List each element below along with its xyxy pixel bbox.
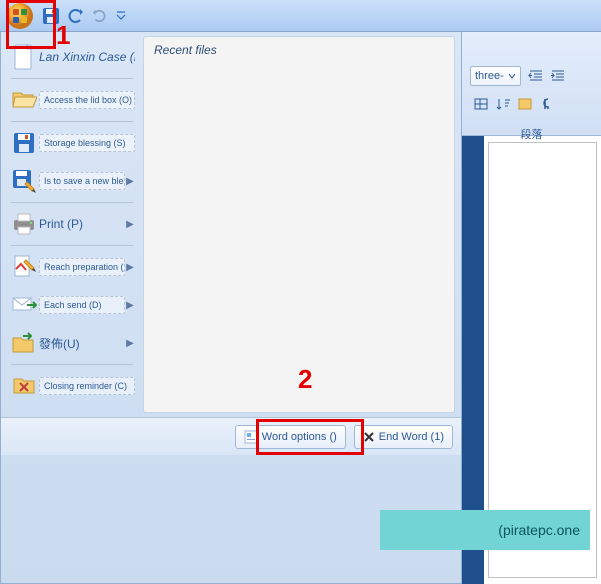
menu-item-label: Storage blessing (S) [39,134,135,152]
sort-button[interactable] [492,94,514,114]
show-marks-button[interactable] [536,94,558,114]
menu-item-label: Reach preparation (E) [39,258,125,276]
watermark-strip: (piratepc.one [380,510,590,550]
menu-separator [11,78,133,79]
app-body: Lan Xinxin Case (N) Access the lid box (… [0,32,601,584]
ribbon-paragraph-group: three- 段落 [462,32,601,136]
annotation-label-1: 1 [56,20,70,51]
saveas-disk-icon [9,166,39,196]
decrease-indent-button[interactable] [525,66,547,86]
increase-indent-button[interactable] [547,66,569,86]
annotation-box-1 [6,0,56,49]
exit-word-button[interactable]: End Word (1) [354,425,453,449]
menu-separator [11,245,133,246]
menu-item-send[interactable]: Each send (D) ▶ [7,286,137,324]
publish-icon [9,328,39,358]
menu-item-label: Lan Xinxin Case (N) [39,50,135,64]
submenu-arrow-icon: ▶ [125,300,135,311]
menu-separator [11,364,133,365]
close-icon [9,371,39,401]
menu-item-save[interactable]: Storage blessing (S) [7,124,137,162]
qat-customize-dropdown[interactable] [116,11,126,21]
list-style-dropdown[interactable]: three- [470,66,521,86]
menu-item-label: Closing reminder (C) [39,377,135,395]
annotation-box-2 [256,419,364,455]
menu-separator [11,121,133,122]
prepare-icon [9,252,39,282]
submenu-arrow-icon: ▶ [125,338,135,349]
menu-item-publish[interactable]: 發佈(U) ▶ [7,324,137,362]
submenu-arrow-icon: ▶ [125,219,135,230]
office-menu-commands: Lan Xinxin Case (N) Access the lid box (… [1,32,141,417]
menu-item-label: Print (P) [39,217,125,231]
send-icon [9,290,39,320]
recent-documents-panel: Recent files [143,36,455,413]
chevron-down-icon [508,72,516,80]
menu-item-print[interactable]: Print (P) ▶ [7,205,137,243]
watermark-text: (piratepc.one [498,522,580,538]
open-folder-icon [9,85,39,115]
office-menu-top: Lan Xinxin Case (N) Access the lid box (… [1,32,461,417]
menu-item-label: Is to save a new blessing (A) [39,172,125,190]
submenu-arrow-icon: ▶ [125,176,135,187]
office-menu-footer: Word options () End Word (1) [1,417,461,455]
menu-item-prepare[interactable]: Reach preparation (E) ▶ [7,248,137,286]
dropdown-value: three- [475,70,504,82]
office-menu: Lan Xinxin Case (N) Access the lid box (… [0,32,462,584]
annotation-label-2: 2 [298,364,312,395]
quick-access-toolbar [0,0,601,32]
print-icon [9,209,39,239]
menu-item-close[interactable]: Closing reminder (C) [7,367,137,405]
menu-item-label: 發佈(U) [39,335,125,352]
shading-button[interactable] [514,94,536,114]
menu-item-label: Access the lid box (O) [39,91,135,109]
right-area: three- 段落 [462,32,601,584]
qat-redo-button[interactable] [92,9,106,23]
exit-icon [363,431,375,443]
border-button[interactable] [470,94,492,114]
menu-separator [11,202,133,203]
menu-item-open[interactable]: Access the lid box (O) [7,81,137,119]
exit-word-label: End Word (1) [379,431,444,443]
recent-documents-title: Recent files [154,43,444,57]
save-disk-icon [9,128,39,158]
menu-item-label: Each send (D) [39,296,125,314]
menu-item-saveas[interactable]: Is to save a new blessing (A) ▶ [7,162,137,200]
submenu-arrow-icon: ▶ [125,262,135,273]
